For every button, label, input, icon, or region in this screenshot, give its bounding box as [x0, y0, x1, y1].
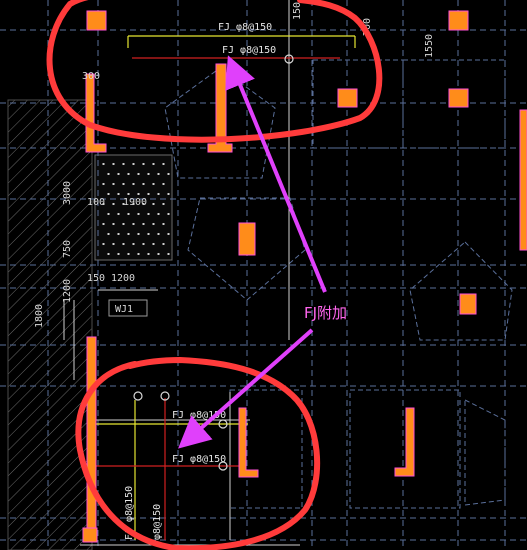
stipple-dot	[152, 183, 155, 185]
stipple-dot	[102, 243, 105, 245]
stipple-dot	[122, 243, 125, 245]
rebar-bottom-lower: FJ φ8@150	[172, 454, 226, 465]
stipple-dot	[137, 233, 140, 235]
stipple-dot	[142, 163, 145, 165]
stipple-dot	[147, 233, 150, 235]
stipple-dot	[152, 223, 155, 225]
stipple-dot	[112, 163, 115, 165]
stipple-dot	[117, 173, 120, 175]
dim-150-mid: 150	[87, 273, 105, 284]
stipple-dot	[107, 213, 110, 215]
column-right-a	[337, 88, 358, 108]
column-center	[238, 222, 256, 256]
dim-750: 750	[62, 240, 73, 258]
stipple-dot	[117, 193, 120, 195]
dim-1200-a: 1200	[111, 273, 135, 284]
stipple-dot	[122, 183, 125, 185]
rebar-top-lower: FJ φ8@150	[222, 45, 276, 56]
stipple-dot	[162, 163, 165, 165]
stipple-dot	[102, 163, 105, 165]
stipple-dot	[137, 193, 140, 195]
stipple-dot	[142, 223, 145, 225]
stipple-dot	[167, 193, 170, 195]
stipple-dot	[157, 193, 160, 195]
stipple-dot	[157, 213, 160, 215]
dim-1900: 1900	[123, 197, 147, 208]
stipple-dot	[147, 173, 150, 175]
stipple-dot	[167, 173, 170, 175]
stipple-dot	[147, 193, 150, 195]
stipple-dot	[162, 183, 165, 185]
dim-150-top: 150	[292, 2, 303, 20]
stipple-dot	[132, 243, 135, 245]
stipple-dot	[112, 183, 115, 185]
callout-label: FJ附加	[304, 304, 347, 322]
stipple-dot	[162, 203, 165, 205]
stipple-dot	[137, 213, 140, 215]
stipple-dot	[117, 213, 120, 215]
stipple-dot	[147, 213, 150, 215]
stipple-dot	[152, 203, 155, 205]
cad-drawing-canvas: 150 700 1550 300 100 1900 3000 750 150 1…	[0, 0, 527, 550]
stipple-dot	[107, 233, 110, 235]
dim-100: 100	[87, 197, 105, 208]
stipple-dot	[132, 223, 135, 225]
dim-1800: 1800	[34, 304, 45, 328]
wall-label-wj1: WJ1	[115, 304, 133, 315]
wall-right-edge	[519, 109, 527, 251]
stipple-dot	[122, 163, 125, 165]
stipple-dot	[132, 163, 135, 165]
stipple-dot	[107, 173, 110, 175]
dim-300: 300	[82, 71, 100, 82]
stipple-dot	[107, 193, 110, 195]
stipple-dot	[107, 253, 110, 255]
stipple-dot	[142, 183, 145, 185]
wall-left-mid	[86, 336, 97, 538]
stipple-dot	[112, 203, 115, 205]
stipple-dot	[127, 173, 130, 175]
stipple-dot	[157, 233, 160, 235]
stipple-dot	[132, 183, 135, 185]
hatched-wall-region	[7, 99, 93, 550]
stipple-dot	[117, 253, 120, 255]
stipple-dot	[137, 173, 140, 175]
stipple-dot	[162, 243, 165, 245]
rebar-top-upper: FJ φ8@150	[218, 22, 272, 33]
stipple-dot	[167, 233, 170, 235]
dim-3000: 3000	[62, 181, 73, 205]
wall-left-bottom-block	[82, 527, 98, 543]
stipple-dot	[157, 253, 160, 255]
dim-1200-b: 1200	[62, 279, 73, 303]
stipple-dot	[167, 253, 170, 255]
dim-1550: 1550	[424, 34, 435, 58]
stipple-dot	[127, 233, 130, 235]
stipple-dot	[127, 253, 130, 255]
stipple-dot	[152, 163, 155, 165]
stipple-dot	[127, 213, 130, 215]
stipple-dot	[122, 223, 125, 225]
stipple-dot	[147, 253, 150, 255]
stipple-dot	[137, 253, 140, 255]
stipple-dot	[127, 193, 130, 195]
rebar-bottom-vert-2: φ8@150	[152, 504, 163, 540]
column-far-right	[459, 293, 477, 315]
stipple-dot	[152, 243, 155, 245]
stipple-dot	[102, 223, 105, 225]
stipple-dot	[162, 223, 165, 225]
stipple-dot	[157, 173, 160, 175]
stipple-dot	[102, 183, 105, 185]
stipple-dot	[112, 243, 115, 245]
stipple-dot	[142, 243, 145, 245]
stipple-dot	[112, 223, 115, 225]
column-right-b	[448, 88, 469, 108]
column-top-right	[448, 10, 469, 31]
stipple-dot	[167, 213, 170, 215]
stipple-dot	[117, 233, 120, 235]
column-top-left	[86, 10, 107, 31]
